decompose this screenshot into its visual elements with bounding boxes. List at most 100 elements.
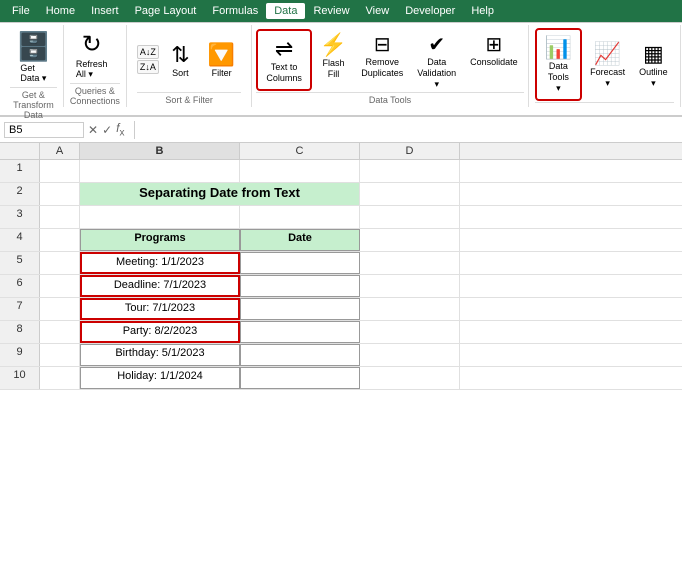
cell-c1[interactable]: [240, 160, 360, 182]
spreadsheet: A B C D 1 2 Separating Date from Text 3 …: [0, 143, 682, 390]
cell-b8[interactable]: Party: 8/2/2023: [80, 321, 240, 343]
outline-button[interactable]: ▦ Outline▾: [633, 38, 674, 92]
cell-b4-header[interactable]: Programs: [80, 229, 240, 251]
get-data-label: GetData ▾: [20, 63, 46, 84]
cell-a8[interactable]: [40, 321, 80, 343]
cell-b5-selected[interactable]: Meeting: 1/1/2023: [80, 252, 240, 274]
get-data-icon: 🗄️: [16, 30, 51, 63]
formula-fx-icon[interactable]: fx: [116, 121, 124, 138]
cell-d4[interactable]: [360, 229, 460, 251]
group-label-queries: Queries & Connections: [70, 83, 120, 106]
menu-page-layout[interactable]: Page Layout: [127, 3, 205, 19]
group-label-sort-filter: Sort & Filter: [137, 92, 241, 105]
cell-d9[interactable]: [360, 344, 460, 366]
row-5: 5 Meeting: 1/1/2023: [0, 252, 682, 275]
cell-a6[interactable]: [40, 275, 80, 297]
cell-a2[interactable]: [40, 183, 80, 205]
flash-fill-button[interactable]: ⚡ FlashFill: [314, 29, 353, 83]
row-num-1: 1: [0, 160, 40, 182]
remove-duplicates-icon: ⊟: [374, 32, 391, 57]
data-tools-btn-label: DataTools ▾: [545, 61, 572, 93]
cell-a3[interactable]: [40, 206, 80, 228]
group-data-tools: ⇌ Text toColumns ⚡ FlashFill ⊟ RemoveDup…: [252, 25, 528, 107]
cell-d8[interactable]: [360, 321, 460, 343]
flash-fill-label: FlashFill: [323, 58, 345, 80]
menu-formulas[interactable]: Formulas: [204, 3, 266, 19]
formula-confirm-icon[interactable]: ✓: [102, 123, 112, 137]
menu-home[interactable]: Home: [38, 3, 83, 19]
flash-fill-icon: ⚡: [320, 32, 347, 58]
group-content: ↻ RefreshAll ▾: [70, 27, 120, 83]
cell-c4-header[interactable]: Date: [240, 229, 360, 251]
cell-d10[interactable]: [360, 367, 460, 389]
cell-a10[interactable]: [40, 367, 80, 389]
cell-c10[interactable]: [240, 367, 360, 389]
cell-d1[interactable]: [360, 160, 460, 182]
filter-button[interactable]: 🔽 Filter: [202, 39, 241, 81]
group-sort-filter: A↓Z Z↓A ⇅ Sort 🔽 Filter Sort & Filter: [127, 25, 252, 107]
cell-b3[interactable]: [80, 206, 240, 228]
cell-c5[interactable]: [240, 252, 360, 274]
menu-view[interactable]: View: [358, 3, 398, 19]
row-num-4: 4: [0, 229, 40, 251]
get-data-button[interactable]: 🗄️ GetData ▾: [10, 27, 57, 87]
cell-d3[interactable]: [360, 206, 460, 228]
refresh-all-button[interactable]: ↻ RefreshAll ▾: [70, 27, 114, 83]
menu-insert[interactable]: Insert: [83, 3, 127, 19]
col-header-b: B: [80, 143, 240, 159]
row-4: 4 Programs Date: [0, 229, 682, 252]
data-validation-button[interactable]: ✔ DataValidation ▾: [411, 29, 462, 92]
group-get-transform: 🗄️ GetData ▾ Get & Transform Data: [4, 25, 64, 107]
cell-c3[interactable]: [240, 206, 360, 228]
formula-input[interactable]: [139, 124, 678, 136]
row-num-10: 10: [0, 367, 40, 389]
cell-d2[interactable]: [360, 183, 460, 205]
cell-a4[interactable]: [40, 229, 80, 251]
cell-d7[interactable]: [360, 298, 460, 320]
cell-d5[interactable]: [360, 252, 460, 274]
row-num-9: 9: [0, 344, 40, 366]
row-3: 3: [0, 206, 682, 229]
menu-review[interactable]: Review: [305, 3, 357, 19]
remove-duplicates-button[interactable]: ⊟ RemoveDuplicates: [355, 29, 409, 82]
consolidate-button[interactable]: ⊞ Consolidate: [464, 29, 524, 71]
data-tools-icon: 📊: [545, 35, 572, 61]
sort-button[interactable]: ⇅ Sort: [163, 39, 198, 81]
forecast-label: Forecast▾: [590, 67, 625, 89]
sort-az-button[interactable]: A↓Z: [137, 45, 159, 59]
menu-file[interactable]: File: [4, 3, 38, 19]
cell-b6[interactable]: Deadline: 7/1/2023: [80, 275, 240, 297]
menu-data[interactable]: Data: [266, 3, 305, 19]
cell-b2-title[interactable]: Separating Date from Text: [80, 183, 360, 205]
row-10: 10 Holiday: 1/1/2024: [0, 367, 682, 390]
col-header-a: A: [40, 143, 80, 159]
group-forecast: 📊 DataTools ▾ 📈 Forecast▾ ▦ Outline▾: [529, 25, 681, 107]
cell-a1[interactable]: [40, 160, 80, 182]
cell-b7[interactable]: Tour: 7/1/2023: [80, 298, 240, 320]
cell-b10[interactable]: Holiday: 1/1/2024: [80, 367, 240, 389]
cell-a9[interactable]: [40, 344, 80, 366]
forecast-button[interactable]: 📈 Forecast▾: [584, 38, 631, 92]
cell-c7[interactable]: [240, 298, 360, 320]
cell-c8[interactable]: [240, 321, 360, 343]
remove-duplicates-label: RemoveDuplicates: [361, 57, 403, 79]
row-num-8: 8: [0, 321, 40, 343]
formula-cancel-icon[interactable]: ✕: [88, 123, 98, 137]
group-label-forecast: [535, 102, 674, 105]
cell-c6[interactable]: [240, 275, 360, 297]
cell-d6[interactable]: [360, 275, 460, 297]
cell-a7[interactable]: [40, 298, 80, 320]
sort-za-button[interactable]: Z↓A: [137, 60, 159, 74]
text-to-columns-button[interactable]: ⇌ Text toColumns: [260, 33, 308, 87]
cell-b9[interactable]: Birthday: 5/1/2023: [80, 344, 240, 366]
menu-developer[interactable]: Developer: [397, 3, 463, 19]
cell-c9[interactable]: [240, 344, 360, 366]
cell-a5[interactable]: [40, 252, 80, 274]
filter-icon: 🔽: [208, 42, 235, 68]
row-num-5: 5: [0, 252, 40, 274]
row-num-2: 2: [0, 183, 40, 205]
cell-b1[interactable]: [80, 160, 240, 182]
name-box[interactable]: [4, 122, 84, 138]
menu-help[interactable]: Help: [463, 3, 502, 19]
data-tools-button[interactable]: 📊 DataTools ▾: [539, 32, 578, 96]
